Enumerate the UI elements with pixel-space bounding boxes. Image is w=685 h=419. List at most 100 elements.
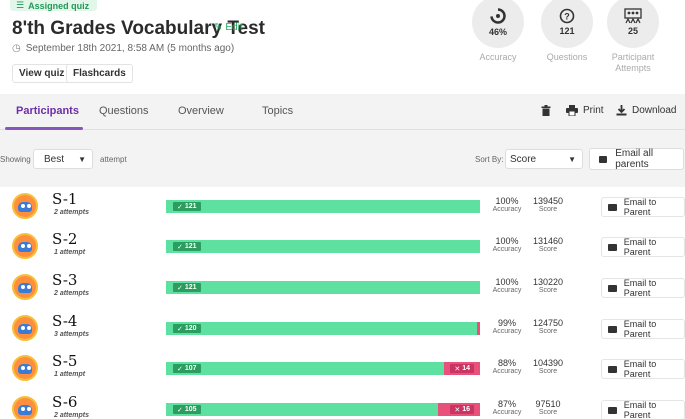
avatar-eye-icon <box>21 244 25 248</box>
score-value: 130220 <box>532 277 564 287</box>
edit-button[interactable]: ✎ Edit <box>214 22 243 33</box>
email-to-parent-button[interactable]: Email to Parent <box>601 278 685 298</box>
participants-icon <box>624 8 642 24</box>
avatar <box>12 355 38 381</box>
score-caption: Score <box>538 287 558 294</box>
check-icon: ✓ <box>177 325 183 333</box>
email-to-parent-button[interactable]: Email to Parent <box>601 319 685 339</box>
envelope-icon <box>608 365 617 373</box>
score-value: 104390 <box>532 358 564 368</box>
avatar-eye-icon <box>27 326 31 330</box>
score-metric: 139450 Score <box>528 196 568 214</box>
svg-text:?: ? <box>564 12 570 22</box>
email-to-parent-button[interactable]: Email to Parent <box>601 237 685 257</box>
download-button[interactable]: Download <box>616 105 676 116</box>
showing-value: Best <box>44 153 65 165</box>
assigned-quiz-badge: ☰ Assigned quiz <box>10 0 98 11</box>
email-to-parent-label: Email to Parent <box>623 237 657 257</box>
correct-tag: ✓ 105 <box>173 405 201 414</box>
avatar-eye-icon <box>27 285 31 289</box>
accuracy-metric: 100% Accuracy <box>487 277 527 295</box>
score-value: 97510 <box>535 399 561 409</box>
correct-count: 121 <box>184 284 197 291</box>
cross-icon: ✕ <box>454 365 461 373</box>
envelope-icon <box>608 284 617 292</box>
email-to-parent-label: Email to Parent <box>623 359 657 379</box>
avatar <box>12 274 38 300</box>
check-icon: ✓ <box>177 365 183 373</box>
questions-value: 121 <box>559 26 575 36</box>
print-button[interactable]: Print <box>566 105 604 116</box>
download-icon <box>616 105 627 116</box>
email-to-parent-button[interactable]: Email to Parent <box>601 197 685 217</box>
accuracy-metric: 99% Accuracy <box>487 318 527 336</box>
view-quiz-button[interactable]: View quiz <box>12 64 72 83</box>
date-text: September 18th 2021, 8:58 AM (5 months a… <box>25 43 235 54</box>
participant-name[interactable]: S-5 <box>52 352 77 370</box>
tab-participants[interactable]: Participants <box>16 105 79 117</box>
email-to-parent-label: Email to Parent <box>623 278 657 298</box>
showing-select[interactable]: Best ▼ <box>33 149 93 169</box>
accuracy-value: 100% <box>495 196 519 206</box>
showing-label: Showing <box>0 155 31 164</box>
envelope-icon <box>599 155 608 163</box>
correct-tag: ✓ 121 <box>173 242 201 251</box>
attempts-value: 25 <box>627 26 638 36</box>
score-bar: ✓ 105 ✕ 16 <box>166 403 480 416</box>
delete-button[interactable] <box>541 105 551 116</box>
score-caption: Score <box>538 246 558 253</box>
attempt-label: attempt <box>100 155 127 164</box>
score-value: 124750 <box>532 318 564 328</box>
participant-name[interactable]: S-1 <box>52 190 77 208</box>
correct-count: 107 <box>184 365 197 372</box>
score-bar: ✓ 121 <box>166 200 480 213</box>
questions-stat: ? 121 Questions <box>532 0 602 63</box>
participant-row[interactable]: S-2 1 attempt ✓ 121 100% Accuracy 131460… <box>0 227 685 267</box>
participant-row[interactable]: S-6 2 attempts ✓ 105 ✕ 16 87% Accuracy 9… <box>0 390 685 419</box>
check-icon: ✓ <box>177 406 183 414</box>
attempts-label: Participant Attempts <box>611 52 655 73</box>
sort-select[interactable]: Score ▼ <box>505 149 583 169</box>
email-to-parent-label: Email to Parent <box>623 197 657 217</box>
score-metric: 130220 Score <box>528 277 568 295</box>
accuracy-metric: 100% Accuracy <box>487 236 527 254</box>
email-to-parent-button[interactable]: Email to Parent <box>601 359 685 379</box>
question-icon: ? <box>559 8 575 24</box>
edit-icon: ✎ <box>214 22 223 33</box>
participant-attempts: 2 attempts <box>54 412 90 419</box>
tab-topics[interactable]: Topics <box>262 105 293 117</box>
wrong-count: 14 <box>462 365 470 372</box>
accuracy-value: 100% <box>495 277 519 287</box>
participant-name[interactable]: S-2 <box>52 230 77 248</box>
participant-row[interactable]: S-5 1 attempt ✓ 107 ✕ 14 88% Accuracy 10… <box>0 349 685 389</box>
participant-row[interactable]: S-1 2 attempts ✓ 121 100% Accuracy 13945… <box>0 187 685 227</box>
clock-icon: ◷ <box>12 43 21 54</box>
wrong-tag: ✕ 14 <box>450 364 474 373</box>
participant-attempts: 1 attempt <box>54 371 86 378</box>
participant-name[interactable]: S-6 <box>52 393 77 411</box>
email-all-parents-button[interactable]: Email all parents <box>589 148 684 170</box>
score-metric: 124750 Score <box>528 318 568 336</box>
correct-tag: ✓ 120 <box>173 324 201 333</box>
chevron-down-icon: ▼ <box>78 154 86 164</box>
email-to-parent-button[interactable]: Email to Parent <box>601 400 685 419</box>
participant-name[interactable]: S-3 <box>52 271 77 289</box>
assigned-quiz-label: Assigned quiz <box>28 0 90 11</box>
avatar <box>12 396 38 419</box>
score-bar: ✓ 120 <box>166 322 480 335</box>
correct-tag: ✓ 121 <box>173 283 201 292</box>
sort-by-label: Sort By: <box>475 155 504 164</box>
chevron-down-icon: ▼ <box>568 154 576 164</box>
participant-name[interactable]: S-4 <box>52 312 77 330</box>
participant-row[interactable]: S-4 3 attempts ✓ 120 99% Accuracy 124750… <box>0 309 685 349</box>
accuracy-caption: Accuracy <box>492 206 522 213</box>
score-caption: Score <box>538 368 558 375</box>
avatar <box>12 233 38 259</box>
participant-attempts: 2 attempts <box>54 209 90 216</box>
edit-label: Edit <box>225 22 243 33</box>
participant-row[interactable]: S-3 2 attempts ✓ 121 100% Accuracy 13022… <box>0 268 685 308</box>
flashcards-button[interactable]: Flashcards <box>66 64 133 83</box>
tab-questions[interactable]: Questions <box>99 105 149 117</box>
attempts-circle: 25 <box>607 0 659 48</box>
tab-overview[interactable]: Overview <box>178 105 224 117</box>
